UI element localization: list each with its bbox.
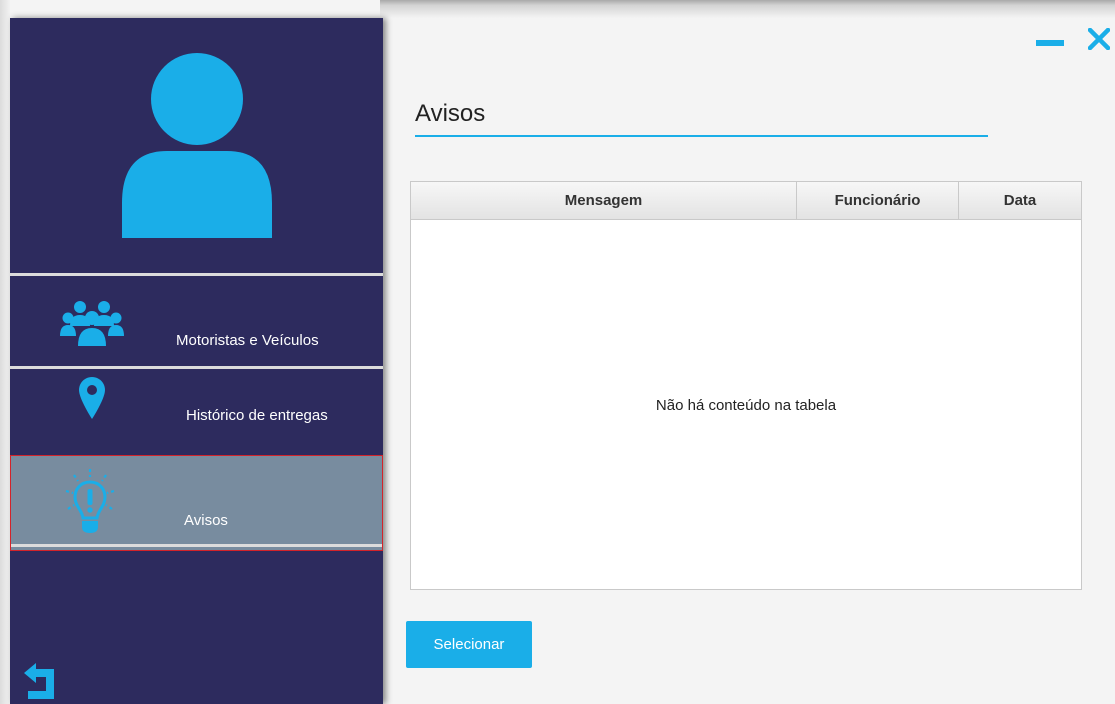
sidebar-item-motoristas[interactable]: Motoristas e Veículos [10,276,383,366]
window-top-shadow [380,0,1115,18]
sidebar: Motoristas e Veículos Histórico de entre… [10,18,383,704]
user-avatar-icon [122,53,272,238]
back-arrow-icon[interactable] [24,663,56,699]
map-pin-icon [79,377,105,419]
column-header-funcionario[interactable]: Funcionário [797,182,959,219]
app-window: Motoristas e Veículos Histórico de entre… [0,0,1115,704]
sidebar-item-historico[interactable]: Histórico de entregas [10,369,383,455]
close-icon[interactable] [1088,28,1110,50]
table-empty-message: Não há conteúdo na tabela [655,397,837,414]
group-people-icon [60,301,124,346]
sidebar-separator [11,544,382,547]
sidebar-item-label: Avisos [184,512,228,529]
table-header: Mensagem Funcionário Data [411,182,1081,220]
lightbulb-icon [65,469,115,533]
column-header-mensagem[interactable]: Mensagem [411,182,797,219]
page-title: Avisos [415,100,486,127]
column-header-data[interactable]: Data [959,182,1081,219]
avisos-table: Mensagem Funcionário Data Não há conteúd… [410,181,1082,590]
sidebar-item-label: Histórico de entregas [186,407,328,424]
select-button[interactable]: Selecionar [406,621,532,668]
page-title-underline [415,135,988,137]
minimize-icon[interactable] [1036,40,1064,48]
sidebar-item-avisos[interactable]: Avisos [10,455,383,551]
window-left-shadow [0,0,10,704]
sidebar-item-label: Motoristas e Veículos [176,332,319,349]
